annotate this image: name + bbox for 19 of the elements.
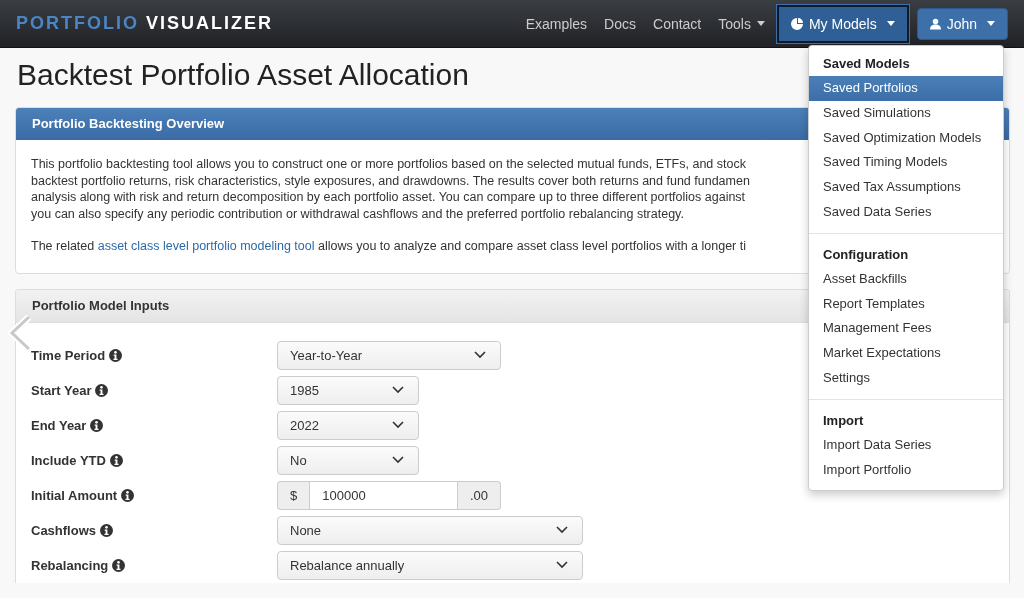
field-label: End Year: [31, 417, 87, 433]
paragraph-line: analysis along with risk and return decomposition by each portfolio asset. You can compare up to three different portfolios against: [31, 189, 746, 206]
paragraph-text: The related: [31, 239, 95, 253]
field-label: Include YTD: [31, 452, 106, 468]
field-label: Time Period: [31, 347, 106, 363]
field-label: Rebalancing: [31, 557, 109, 573]
paragraph-text: allows you to analyze and compare asset class level portfolios with a longer ti: [318, 239, 746, 253]
field-label: Cashflows: [31, 522, 96, 538]
page-title: Backtest Portfolio Asset Allocation: [17, 57, 469, 93]
menu-header: Import: [822, 411, 865, 430]
menu-header: Configuration: [822, 245, 910, 264]
menu-header: Saved Models: [822, 55, 911, 73]
paragraph-line: This portfolio backtesting tool allows you to construct one or more portfolios based on the selected mutual funds, ETFs, and stock: [31, 156, 746, 173]
field-label: Initial Amount: [31, 487, 118, 503]
cents-addon: .00: [457, 480, 501, 510]
currency-addon: $: [277, 480, 310, 510]
paragraph-line: you can also specify any periodic contribution or withdrawal cashflows and the preferred portfolio rebalancing strategy.: [31, 205, 684, 222]
paragraph-line: backtest portfolio returns, risk characteristics, style exposures, and drawdowns. The results cover both returns and fund fundamen: [31, 172, 750, 189]
field-label: Start Year: [31, 382, 92, 398]
